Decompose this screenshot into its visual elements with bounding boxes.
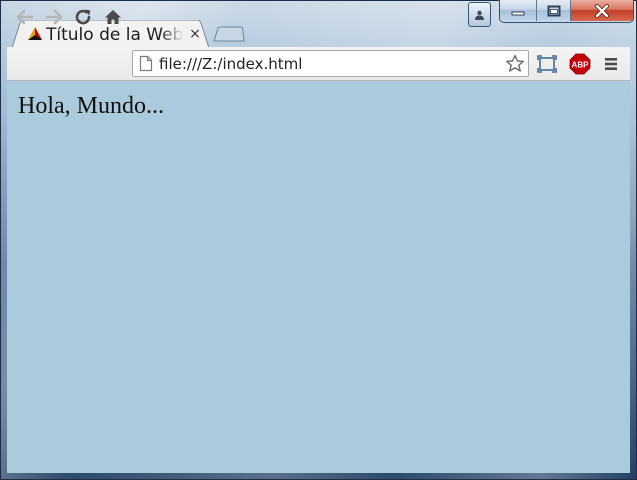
adblock-button[interactable]: ABP [569,53,591,75]
page-viewport [7,81,630,473]
forward-arrow-icon[interactable] [44,8,64,26]
page-heading-text: Hola, Mundo... [18,93,164,119]
minimize-icon [511,11,525,15]
maximize-button[interactable] [537,0,571,21]
close-button[interactable] [571,0,633,21]
profile-icon [475,10,484,20]
minimize-button[interactable] [500,0,537,21]
home-icon[interactable] [103,8,123,26]
window-controls [499,0,634,23]
triangle-favicon [28,27,42,40]
fullscreen-icon[interactable] [537,55,557,73]
adblock-label: ABP [572,61,590,70]
maximize-icon [547,5,560,16]
reload-icon[interactable] [74,8,94,26]
address-text: file:///Z:/index.html [159,55,303,73]
profile-button[interactable] [468,2,491,27]
hamburger-menu-icon[interactable] [603,56,619,72]
tab-close-button[interactable]: × [188,24,202,44]
new-tab-button[interactable] [213,26,245,42]
page-icon [139,55,153,72]
star-icon[interactable] [505,54,525,73]
back-arrow-icon[interactable] [15,8,35,26]
tab-title-fade [160,24,184,46]
close-icon [595,3,609,18]
